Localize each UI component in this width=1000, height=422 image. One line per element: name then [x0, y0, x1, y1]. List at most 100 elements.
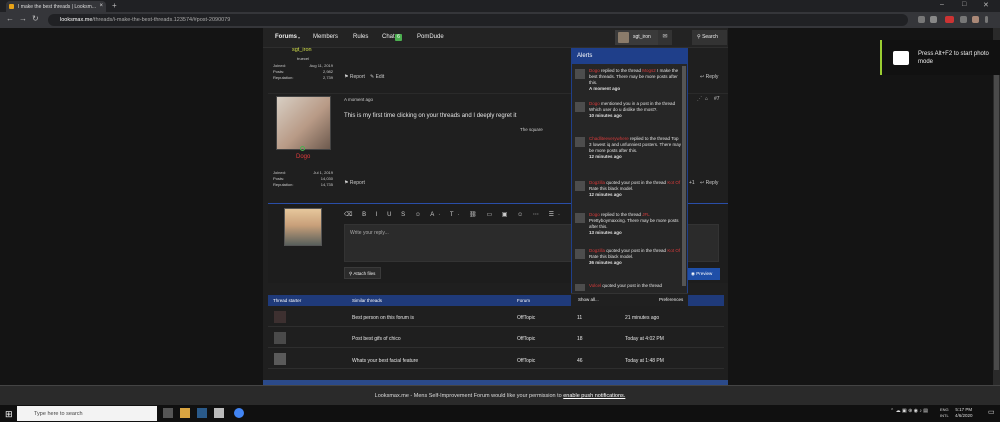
post1-report-button[interactable]: ⚑ Report	[344, 74, 365, 80]
row-forum[interactable]: OffTopic	[517, 336, 535, 342]
new-tab-button[interactable]: +	[112, 1, 117, 10]
post2-username[interactable]: Dogo	[296, 154, 310, 160]
show-all-link[interactable]: Show all...	[578, 297, 599, 302]
search-label: Search	[702, 34, 718, 40]
lang-top: ENG	[940, 407, 949, 412]
app-icon[interactable]	[214, 408, 224, 418]
avatar	[274, 311, 286, 323]
alerts-heading: Alerts	[571, 48, 688, 64]
taskbar-clock[interactable]: 5:17 PM 4/6/2020	[955, 407, 973, 419]
nav-chat[interactable]: Chat	[382, 34, 395, 40]
reload-button[interactable]: ↻	[32, 14, 39, 23]
alert-time: 36 minutes ago	[589, 260, 622, 265]
taskbar-search-placeholder: Type here to search	[34, 411, 83, 417]
taskbar-search-input[interactable]: Type here to search	[17, 406, 157, 421]
menu-icon[interactable]	[985, 16, 988, 23]
page-scrollbar-thumb[interactable]	[994, 40, 999, 370]
url-host: looksmax.me	[60, 17, 93, 23]
nav-rules[interactable]: Rules	[353, 34, 368, 40]
action-center-icon[interactable]: ▭	[988, 408, 995, 416]
post2-number[interactable]: #7	[714, 96, 720, 102]
row-title[interactable]: Best person on this forum is	[352, 315, 414, 321]
row-title[interactable]: Post best gifs of chico	[352, 336, 401, 342]
avatar	[575, 249, 585, 259]
chrome-icon[interactable]	[234, 408, 244, 418]
avatar	[274, 353, 286, 365]
search-button[interactable]: ⚲ Search	[692, 30, 727, 45]
alerts-scrollbar[interactable]	[682, 66, 686, 286]
alert-rest: Rate this black model.	[589, 254, 634, 259]
preview-button[interactable]: ◉ Preview	[688, 268, 720, 280]
row-title[interactable]: Whats your best facial feature	[352, 358, 418, 364]
enable-push-link[interactable]: enable push notifications.	[563, 393, 625, 399]
window-minimize-button[interactable]: –	[940, 1, 944, 8]
file-explorer-icon[interactable]	[180, 408, 190, 418]
nav-pomdude[interactable]: PomDude	[417, 34, 444, 40]
alert-user[interactable]: Dogo	[589, 68, 600, 73]
post2-report-button[interactable]: ⚑ Report	[344, 180, 365, 186]
avatar	[575, 69, 585, 79]
row-date: Today at 1:48 PM	[625, 358, 664, 364]
alert-text: quoted your post in the thread	[605, 180, 668, 185]
row-forum[interactable]: OffTopic	[517, 358, 535, 364]
window-maximize-button[interactable]: □	[962, 1, 966, 8]
alert-user[interactable]: Dogzilla	[589, 180, 605, 185]
row-date: Today at 4:02 PM	[625, 336, 664, 342]
post2-rep-value: 14,735	[320, 182, 333, 187]
window-close-button[interactable]: ✕	[983, 1, 989, 9]
bookmark-star-icon[interactable]	[930, 16, 937, 23]
post1-joined-value: Aug 11, 2019	[309, 63, 333, 68]
post1-edit-button[interactable]: ✎ Edit	[370, 74, 384, 80]
post2-reply-label: Reply	[705, 180, 719, 186]
avatar	[284, 208, 322, 246]
alert-text: quoted your post in the thread	[605, 248, 668, 253]
task-view-icon[interactable]	[163, 408, 173, 418]
share-icon[interactable]: ⋰	[697, 96, 702, 102]
post1-posts-value: 2,982	[322, 69, 333, 74]
tab-close-icon[interactable]: ×	[99, 3, 103, 9]
post1-username[interactable]: sgt_iron	[292, 47, 312, 53]
alert-item[interactable]: Volcel quoted your post in the thread	[575, 283, 681, 291]
post2-timestamp[interactable]: A moment ago	[344, 97, 373, 102]
preferences-link[interactable]: Preferences	[659, 297, 683, 302]
back-button[interactable]: ←	[6, 14, 14, 23]
attach-label: Attach files	[353, 271, 376, 276]
alert-user[interactable]: Dogo	[589, 212, 600, 217]
chevron-down-icon[interactable]: ▾	[298, 35, 300, 40]
alert-rest: Which user do u dislike the most?.	[589, 107, 658, 112]
browser-tab[interactable]: I make the best threads | Looksm... ×	[6, 1, 106, 12]
avatar	[575, 213, 585, 223]
cast-icon[interactable]	[918, 16, 925, 23]
forward-button[interactable]: →	[19, 14, 27, 23]
eye-icon: ◉	[691, 271, 695, 276]
profile-avatar-icon[interactable]	[972, 16, 979, 23]
post2-reaction-count[interactable]: +1	[689, 180, 695, 186]
row-forum[interactable]: OffTopic	[517, 315, 535, 321]
row-replies: 18	[577, 336, 583, 342]
extension-icon[interactable]	[945, 16, 954, 23]
url-bar[interactable]: looksmax.me/threads/i-make-the-best-thre…	[48, 14, 908, 26]
windows-start-icon[interactable]: ⊞	[5, 409, 13, 420]
alert-user[interactable]: Chadliteeverywhere	[589, 136, 629, 141]
inbox-icon[interactable]: ✉	[658, 30, 672, 45]
bookmark-icon[interactable]: ⌂	[705, 96, 708, 102]
nav-members[interactable]: Members	[313, 34, 338, 40]
col-thread-starter: Thread starter	[273, 298, 302, 303]
post1-edit-label: Edit	[375, 74, 385, 80]
avatar	[618, 32, 629, 43]
system-tray-icons[interactable]: ⌃ ☁ ▣ ⊕ ◉ ♪ ▤	[890, 408, 928, 414]
editor-toolbar[interactable]: ⌫ B I U S ☺ A· T· ⛓ ▭ ▣ ☺ ⋯ ☰· ☰· ▦	[344, 211, 569, 222]
avatar[interactable]	[276, 96, 331, 150]
extension2-icon[interactable]	[960, 16, 967, 23]
attach-files-button[interactable]: ⚲ Attach files	[344, 267, 381, 279]
nav-forums[interactable]: Forums	[275, 34, 297, 40]
alert-user[interactable]: Volcel	[589, 283, 601, 288]
post2-reply-button[interactable]: ↩ Reply	[700, 180, 718, 186]
alert-user[interactable]: Dogo	[589, 101, 600, 106]
alert-target: Kot Of	[667, 248, 681, 253]
input-language[interactable]: ENG INTL	[940, 407, 949, 419]
steam-icon[interactable]	[197, 408, 207, 418]
alert-user[interactable]: Dogzilla	[589, 248, 605, 253]
lang-bottom: INTL	[940, 413, 949, 418]
post1-reply-button[interactable]: ↩ Reply	[700, 74, 718, 80]
